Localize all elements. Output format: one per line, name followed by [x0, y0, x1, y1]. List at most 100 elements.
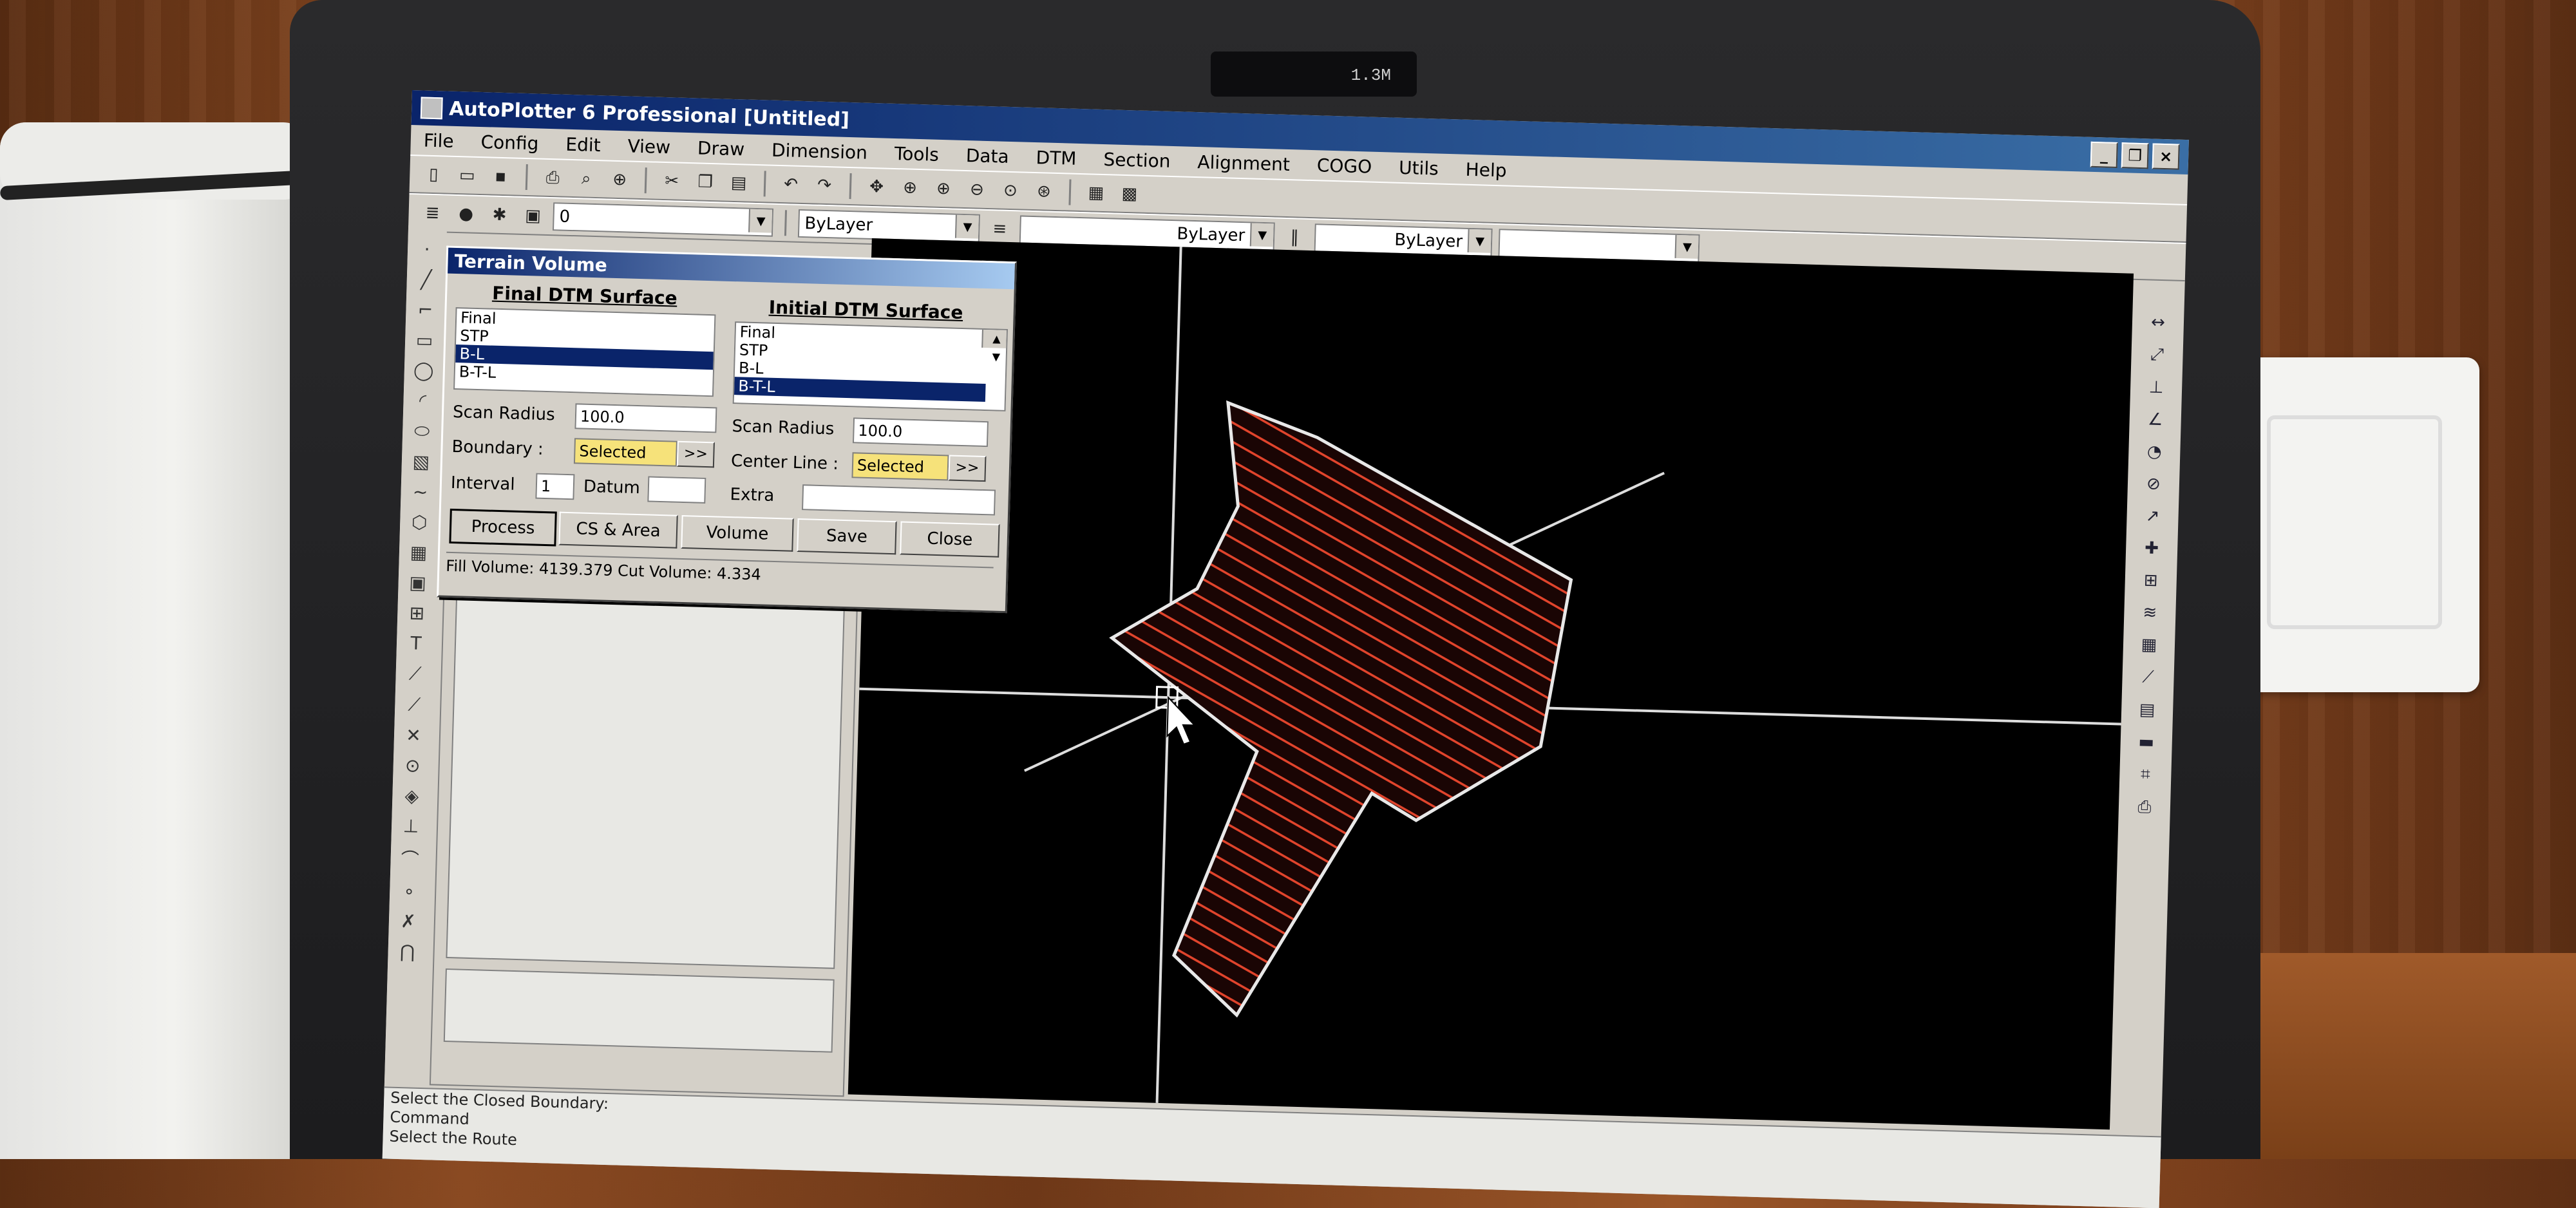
- section-icon[interactable]: ▤: [2139, 700, 2155, 720]
- dimension-diameter-icon[interactable]: ⊘: [2146, 474, 2161, 494]
- drawing-canvas[interactable]: [848, 238, 2134, 1130]
- bulb-icon[interactable]: ●: [452, 200, 480, 228]
- snap-midpoint-icon[interactable]: ⟋: [408, 694, 421, 716]
- snap-node-icon[interactable]: ∘: [403, 880, 415, 901]
- text-icon[interactable]: T: [410, 632, 422, 654]
- menu-utils[interactable]: Utils: [1399, 156, 1439, 179]
- point-icon[interactable]: ·: [424, 239, 430, 260]
- undo-icon[interactable]: ↶: [777, 171, 805, 198]
- menu-edit[interactable]: Edit: [565, 133, 601, 156]
- initial-dtm-list[interactable]: Final STP B-L B-T-L ▲ ▼: [732, 321, 1009, 411]
- layer-select[interactable]: 0 ▼: [552, 202, 774, 237]
- snap-center-icon[interactable]: ⊙: [405, 755, 421, 777]
- scroll-down-icon[interactable]: ▼: [992, 348, 1000, 366]
- datum-input[interactable]: [647, 476, 706, 504]
- zoom-window-icon[interactable]: ⊙: [996, 176, 1024, 204]
- menu-tools[interactable]: Tools: [894, 142, 939, 165]
- lock-icon[interactable]: ▣: [519, 202, 547, 230]
- snap-tangent-icon[interactable]: ⌒: [401, 845, 419, 872]
- centerline-field[interactable]: Selected: [851, 452, 949, 481]
- tolerance-icon[interactable]: ⊞: [2143, 571, 2158, 590]
- arc-icon[interactable]: ◜: [419, 390, 427, 411]
- centerline-pick-button[interactable]: >>: [948, 455, 987, 482]
- cs-area-button[interactable]: CS & Area: [558, 511, 678, 549]
- contour-icon[interactable]: ≋: [2143, 603, 2157, 623]
- menu-config[interactable]: Config: [480, 131, 539, 154]
- save-disk-icon[interactable]: ▪: [487, 162, 515, 190]
- final-scan-radius-input[interactable]: 100.0: [574, 403, 717, 433]
- insert-icon[interactable]: ▣: [409, 572, 426, 594]
- circle-icon[interactable]: ◯: [413, 359, 434, 381]
- snap-quadrant-icon[interactable]: ◈: [404, 785, 419, 807]
- close-window-button[interactable]: ×: [2152, 143, 2180, 170]
- volume-button[interactable]: Volume: [681, 514, 794, 552]
- restore-button[interactable]: ❐: [2121, 142, 2149, 169]
- ellipse-icon[interactable]: ⬭: [414, 420, 430, 442]
- save-button[interactable]: Save: [797, 518, 897, 555]
- snap-none-icon[interactable]: ✗: [401, 911, 416, 932]
- boundary-field[interactable]: Selected: [573, 438, 677, 467]
- properties-icon[interactable]: ▦: [1082, 179, 1110, 207]
- layer-manager-icon[interactable]: ▩: [1115, 180, 1143, 208]
- open-folder-icon[interactable]: ▭: [453, 162, 481, 189]
- menu-help[interactable]: Help: [1465, 158, 1507, 181]
- minimize-button[interactable]: _: [2090, 141, 2118, 168]
- dimension-radius-icon[interactable]: ◔: [2147, 442, 2163, 462]
- process-button[interactable]: Process: [449, 508, 557, 547]
- snap-perpendicular-icon[interactable]: ⊥: [402, 815, 419, 837]
- snap-intersection-icon[interactable]: ✕: [406, 724, 421, 746]
- boundary-pick-button[interactable]: >>: [676, 440, 715, 468]
- dimension-ordinate-icon[interactable]: ⊥: [2148, 377, 2163, 397]
- polygon-icon[interactable]: ⬡: [412, 511, 428, 533]
- menu-dimension[interactable]: Dimension: [772, 139, 868, 163]
- print-icon[interactable]: ⎙: [539, 164, 567, 192]
- line-icon[interactable]: ╱: [421, 269, 432, 290]
- list-scrollbar[interactable]: ▲ ▼: [981, 329, 1007, 363]
- menu-section[interactable]: Section: [1103, 149, 1171, 172]
- dimension-linear-icon[interactable]: ↔: [2151, 313, 2166, 333]
- hatch-icon[interactable]: ▧: [412, 451, 430, 473]
- layers-icon[interactable]: ≣: [419, 199, 446, 227]
- final-dtm-list[interactable]: Final STP B-L B-T-L: [453, 307, 716, 397]
- zoom-extents-icon[interactable]: ⊛: [1030, 178, 1057, 205]
- center-mark-icon[interactable]: ✚: [2145, 538, 2159, 558]
- chart-icon[interactable]: ⌗: [2141, 764, 2150, 784]
- rectangle-icon[interactable]: ▭: [415, 329, 433, 351]
- cut-icon[interactable]: ✂: [658, 167, 686, 195]
- chevron-down-icon[interactable]: ▼: [1467, 229, 1492, 253]
- menu-view[interactable]: View: [627, 135, 670, 158]
- linetype-icon[interactable]: ≡: [986, 215, 1014, 243]
- chevron-down-icon[interactable]: ▼: [1249, 223, 1274, 247]
- menu-draw[interactable]: Draw: [697, 137, 745, 160]
- leader-icon[interactable]: ↗: [2145, 506, 2160, 526]
- grid-icon[interactable]: ▦: [2141, 635, 2157, 655]
- zoom-realtime-icon[interactable]: ⊕: [896, 174, 923, 202]
- table-icon[interactable]: ⊞: [409, 602, 424, 624]
- close-button[interactable]: Close: [900, 521, 1000, 558]
- polyline-icon[interactable]: ⌐: [417, 299, 433, 321]
- print-preview-icon[interactable]: ⌕: [573, 165, 600, 193]
- menu-dtm[interactable]: DTM: [1036, 147, 1077, 169]
- fill-icon[interactable]: ▬: [2138, 732, 2154, 752]
- chevron-down-icon[interactable]: ▼: [748, 209, 773, 233]
- spline-icon[interactable]: ∼: [412, 481, 428, 503]
- snap-endpoint-icon[interactable]: ⟋: [408, 663, 422, 685]
- paste-icon[interactable]: ▤: [725, 169, 753, 197]
- print-icon[interactable]: ⎙: [2137, 797, 2152, 818]
- chevron-down-icon[interactable]: ▼: [954, 214, 979, 239]
- chevron-down-icon[interactable]: ▼: [1674, 234, 1699, 259]
- freeze-icon[interactable]: ✱: [486, 201, 513, 229]
- pan-icon[interactable]: ✥: [863, 173, 891, 201]
- menu-alignment[interactable]: Alignment: [1197, 151, 1290, 175]
- menu-cogo[interactable]: COGO: [1316, 155, 1372, 177]
- menu-file[interactable]: File: [423, 129, 454, 151]
- dimension-angular-icon[interactable]: ∠: [2148, 410, 2163, 429]
- block-icon[interactable]: ▦: [410, 542, 427, 563]
- extra-input[interactable]: [802, 484, 996, 516]
- app-icon[interactable]: [420, 97, 443, 120]
- interval-input[interactable]: 1: [535, 473, 575, 500]
- profile-icon[interactable]: ⟋: [2142, 667, 2154, 687]
- menu-data[interactable]: Data: [965, 145, 1009, 167]
- lineweight-icon[interactable]: ‖: [1281, 223, 1309, 251]
- scroll-up-icon[interactable]: ▲: [992, 330, 1001, 348]
